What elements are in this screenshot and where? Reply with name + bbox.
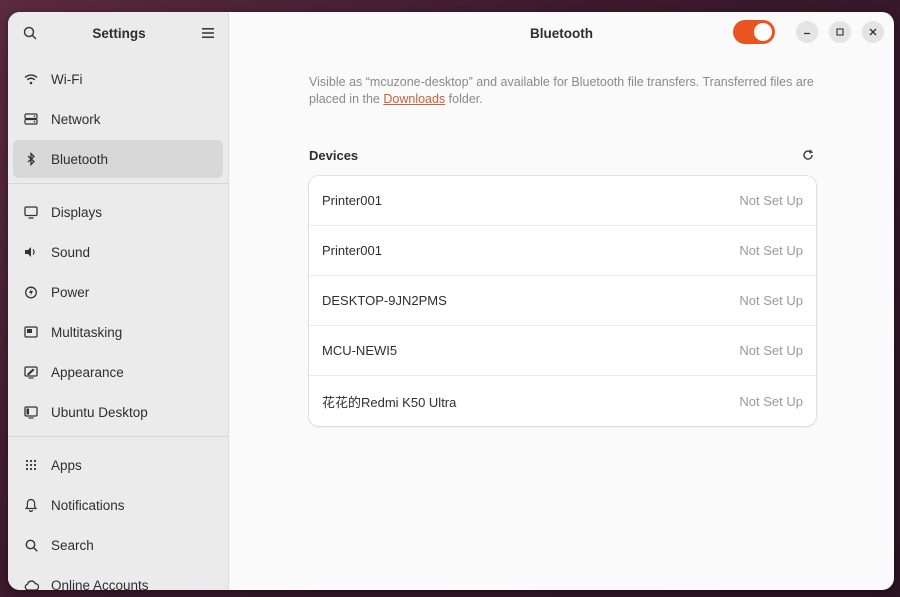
device-name: MCU-NEWI5 <box>322 343 398 358</box>
sidebar-item-label: Bluetooth <box>51 151 109 167</box>
device-status: Not Set Up <box>739 193 803 208</box>
search-icon <box>23 537 39 553</box>
sidebar-item-sound[interactable]: Sound <box>13 233 223 271</box>
device-name: DESKTOP-9JN2PMS <box>322 293 447 308</box>
description-text-end: folder. <box>445 92 483 106</box>
device-row[interactable]: Printer001 Not Set Up <box>309 226 816 276</box>
page-title: Bluetooth <box>530 25 593 41</box>
menu-icon[interactable] <box>198 23 218 43</box>
device-row[interactable]: DESKTOP-9JN2PMS Not Set Up <box>309 276 816 326</box>
sidebar-item-power[interactable]: Power <box>13 273 223 311</box>
display-icon <box>23 204 39 220</box>
sidebar-item-label: Displays <box>51 204 103 220</box>
close-button[interactable] <box>862 21 884 43</box>
sidebar-item-apps[interactable]: Apps <box>13 446 223 484</box>
sidebar-separator <box>8 436 228 437</box>
speaker-icon <box>23 244 39 260</box>
sidebar-item-appearance[interactable]: Appearance <box>13 353 223 391</box>
devices-heading: Devices <box>309 148 359 163</box>
sidebar-item-wi-fi[interactable]: Wi-Fi <box>13 60 223 98</box>
sidebar-item-bluetooth[interactable]: Bluetooth <box>13 140 223 178</box>
device-name: Printer001 <box>322 193 382 208</box>
sidebar-item-displays[interactable]: Displays <box>13 193 223 231</box>
device-row[interactable]: MCU-NEWI5 Not Set Up <box>309 326 816 376</box>
sidebar-item-notifications[interactable]: Notifications <box>13 486 223 524</box>
refresh-spinner-icon <box>801 148 815 162</box>
wifi-icon <box>23 71 39 87</box>
sidebar-item-label: Search <box>51 537 94 553</box>
device-status: Not Set Up <box>739 243 803 258</box>
device-status: Not Set Up <box>739 343 803 358</box>
sidebar-item-label: Online Accounts <box>51 577 149 591</box>
power-icon <box>23 284 39 300</box>
sidebar-item-label: Power <box>51 284 90 300</box>
cloud-icon <box>23 577 39 590</box>
downloads-link[interactable]: Downloads <box>383 92 445 106</box>
multitasking-icon <box>23 324 39 340</box>
bluetooth-toggle[interactable] <box>733 20 775 44</box>
sidebar-item-label: Notifications <box>51 497 125 513</box>
sidebar-item-search[interactable]: Search <box>13 526 223 564</box>
apps-grid-icon <box>23 457 39 473</box>
sidebar-item-online-accounts[interactable]: Online Accounts <box>13 566 223 590</box>
device-status: Not Set Up <box>739 293 803 308</box>
sidebar-header: Settings <box>8 12 228 54</box>
sidebar-item-ubuntu-desktop[interactable]: Ubuntu Desktop <box>13 393 223 431</box>
header-controls <box>733 20 884 44</box>
network-icon <box>23 111 39 127</box>
bluetooth-icon <box>23 151 39 167</box>
sidebar-item-label: Network <box>51 111 101 127</box>
sidebar-title: Settings <box>92 25 146 41</box>
visibility-description: Visible as “mcuzone-desktop” and availab… <box>309 74 829 108</box>
maximize-button[interactable] <box>829 21 851 43</box>
sidebar-item-network[interactable]: Network <box>13 100 223 138</box>
sidebar-item-label: Apps <box>51 457 82 473</box>
device-name: 花花的Redmi K50 Ultra <box>322 394 457 410</box>
settings-window: Settings Wi-Fi Network Bluetooth Displays So… <box>8 12 894 590</box>
sidebar-item-multitasking[interactable]: Multitasking <box>13 313 223 351</box>
sidebar-list: Wi-Fi Network Bluetooth Displays Sound Power M… <box>8 54 228 590</box>
toggle-knob <box>754 23 772 41</box>
main-panel: Bluetooth Visible as “mcuzone-desktop” a… <box>229 12 894 590</box>
sidebar-item-label: Wi-Fi <box>51 71 83 87</box>
devices-list: Printer001 Not Set Up Printer001 Not Set Up… <box>309 176 816 426</box>
sidebar: Settings Wi-Fi Network Bluetooth Displays So… <box>8 12 229 590</box>
sidebar-separator <box>8 183 228 184</box>
appearance-icon <box>23 364 39 380</box>
device-row[interactable]: 花花的Redmi K50 Ultra Not Set Up <box>309 376 816 426</box>
bell-icon <box>23 497 39 513</box>
main-header: Bluetooth <box>229 12 894 54</box>
sidebar-item-label: Ubuntu Desktop <box>51 404 148 420</box>
device-status: Not Set Up <box>739 393 803 409</box>
ubuntu-desktop-icon <box>23 404 39 420</box>
sidebar-item-label: Appearance <box>51 364 124 380</box>
sidebar-item-label: Multitasking <box>51 324 123 340</box>
search-icon[interactable] <box>20 23 40 43</box>
sidebar-item-label: Sound <box>51 244 91 260</box>
minimize-button[interactable] <box>796 21 818 43</box>
device-name: Printer001 <box>322 243 382 258</box>
device-row[interactable]: Printer001 Not Set Up <box>309 176 816 226</box>
